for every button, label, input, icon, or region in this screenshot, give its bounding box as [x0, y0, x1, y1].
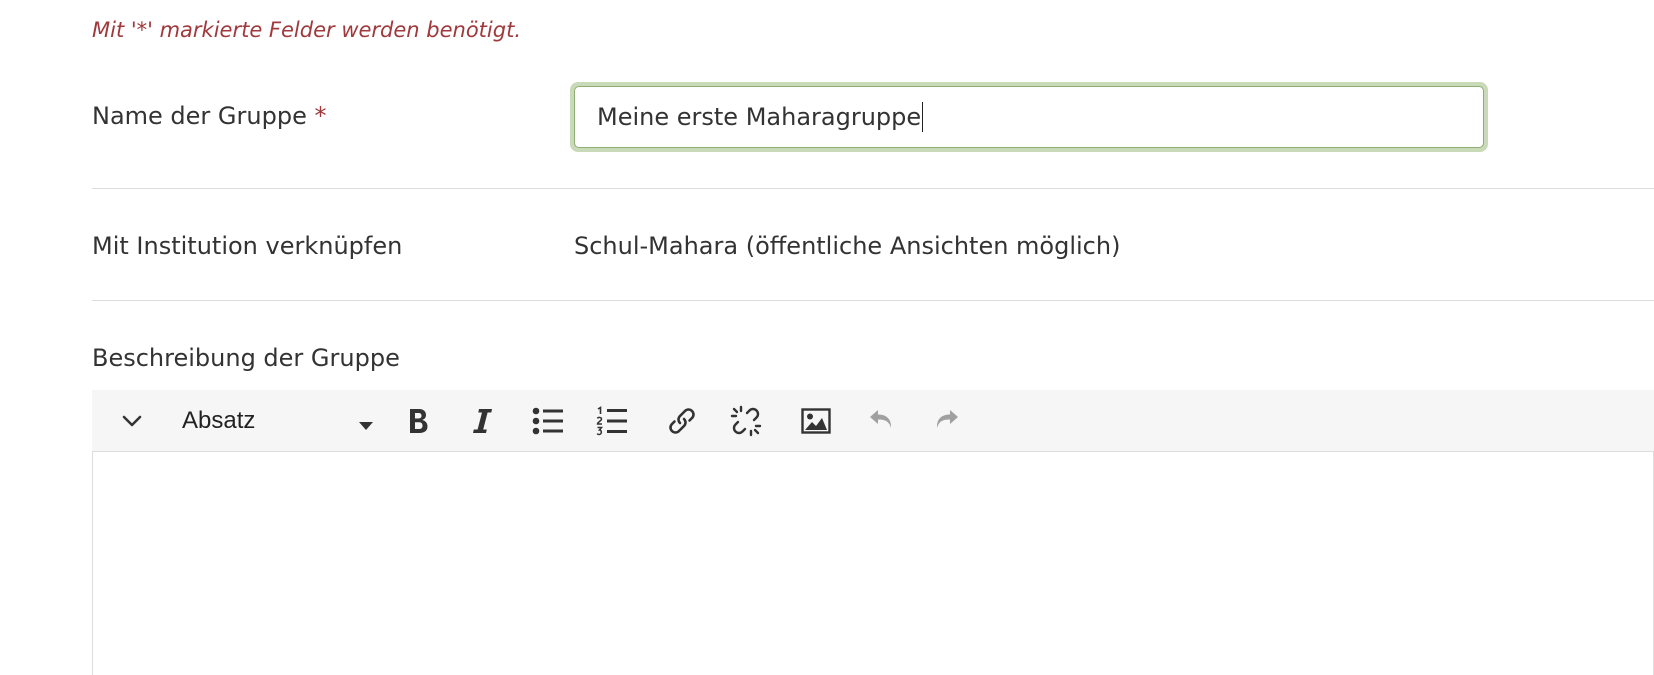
link-icon [667, 406, 697, 436]
caret-down-icon [358, 416, 374, 435]
group-name-value: Meine erste Maharagruppe [597, 103, 922, 131]
description-label: Beschreibung der Gruppe [92, 344, 400, 372]
group-name-label-text: Name der Gruppe [92, 102, 307, 130]
paragraph-format-dropdown[interactable]: Absatz [164, 390, 374, 452]
divider [92, 300, 1654, 301]
group-name-label: Name der Gruppe * [92, 102, 326, 130]
undo-icon [868, 407, 896, 435]
italic-button[interactable] [456, 390, 508, 452]
bold-icon [405, 406, 431, 436]
required-fields-note: Mit '*' markierte Felder werden benötigt… [92, 18, 521, 42]
description-editor-body[interactable] [92, 452, 1654, 675]
format-select-value: Absatz [182, 407, 256, 434]
group-edit-form: Mit '*' markierte Felder werden benötigt… [0, 0, 1654, 675]
editor-toolbar: Absatz [92, 390, 1654, 452]
redo-button[interactable] [920, 390, 972, 452]
redo-icon [932, 407, 960, 435]
divider [92, 188, 1654, 189]
italic-icon [470, 406, 494, 436]
unlink-icon [730, 405, 762, 437]
institution-value: Schul-Mahara (öffentliche Ansichten mögl… [574, 232, 1121, 260]
link-button[interactable] [656, 390, 708, 452]
group-name-input[interactable]: Meine erste Maharagruppe [574, 86, 1484, 148]
numbered-list-button[interactable] [586, 390, 638, 452]
group-name-field-wrapper: Meine erste Maharagruppe [570, 82, 1488, 152]
unlink-button[interactable] [720, 390, 772, 452]
toggle-toolbar-button[interactable] [106, 390, 158, 452]
numbered-list-icon [596, 406, 628, 436]
bullet-list-button[interactable] [522, 390, 574, 452]
bullet-list-icon [532, 407, 564, 435]
required-marker: * [314, 102, 327, 130]
chevron-down-icon [121, 414, 143, 428]
text-cursor [922, 102, 924, 132]
insert-image-button[interactable] [790, 390, 842, 452]
undo-button[interactable] [856, 390, 908, 452]
image-icon [801, 408, 831, 434]
institution-label: Mit Institution verknüpfen [92, 232, 403, 260]
bold-button[interactable] [392, 390, 444, 452]
